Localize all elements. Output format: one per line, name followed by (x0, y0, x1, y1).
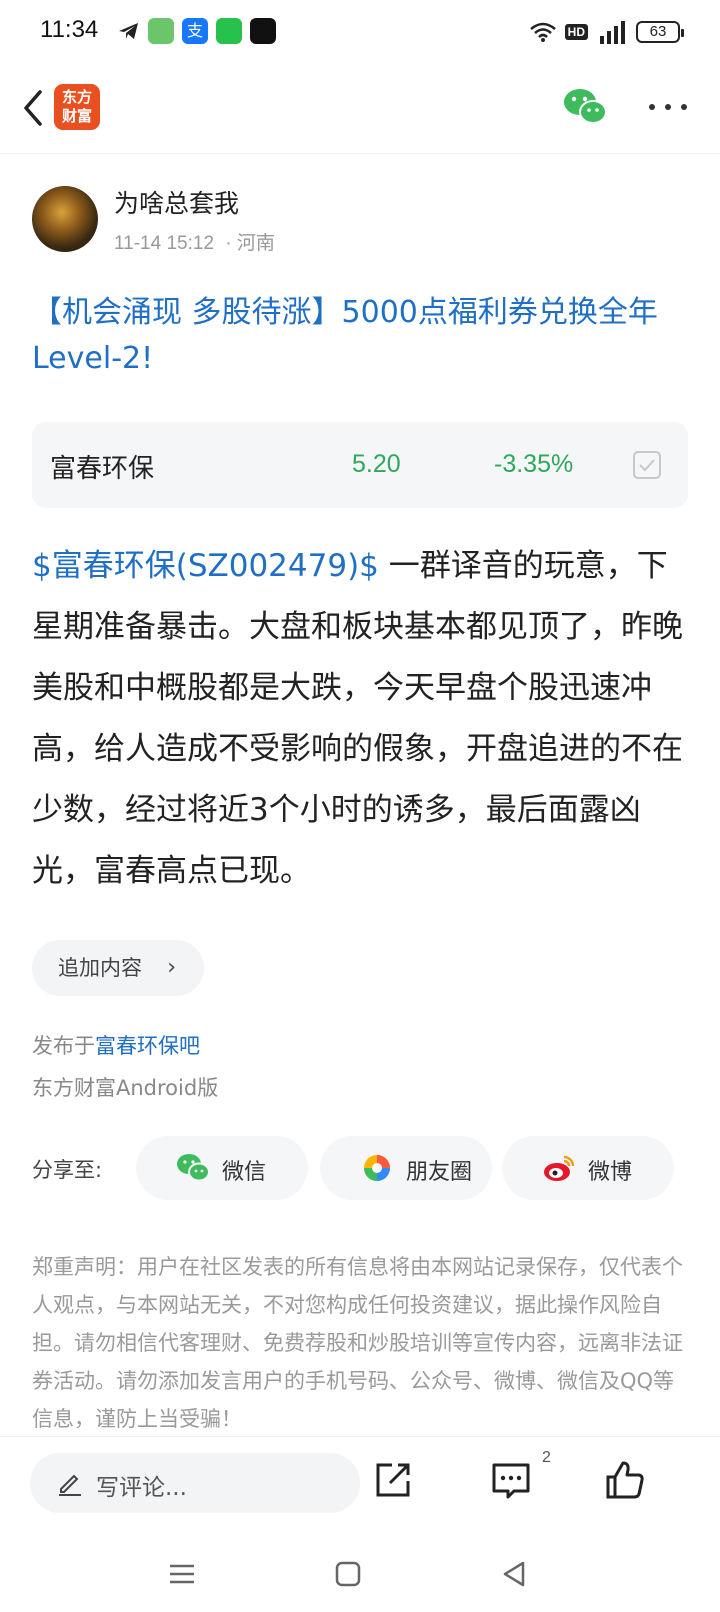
chevron-right-icon: › (167, 955, 176, 980)
comment-icon[interactable] (488, 1457, 534, 1503)
share-icon[interactable] (370, 1457, 416, 1503)
comment-placeholder: 写评论... (96, 1475, 187, 1501)
avatar[interactable] (32, 186, 98, 252)
forum-link[interactable]: 富春环保吧 (95, 1034, 200, 1058)
comment-input[interactable]: 写评论... (30, 1453, 360, 1513)
app-green-icon (148, 18, 174, 44)
post-body-text: 一群译音的玩意，下星期准备暴击。大盘和板块基本都见顶了，昨晚美股和中概股都是大跌… (32, 548, 683, 889)
wifi-icon (529, 22, 556, 42)
moments-icon (364, 1155, 390, 1181)
disclaimer: 郑重声明：用户在社区发表的所有信息将由本网站记录保存，仅代表个人观点，与本网站无… (32, 1255, 683, 1431)
home-icon[interactable] (330, 1556, 366, 1592)
wechat-icon (177, 1154, 210, 1182)
stock-change: -3.35% (494, 450, 574, 478)
post-title[interactable]: 【机会涌现 多股待涨】5000点福利券兑换全年Level-2! (32, 290, 688, 382)
status-time: 11:34 (40, 16, 99, 43)
author-name[interactable]: 为啥总套我 (114, 184, 239, 220)
hd-badge: HD (564, 24, 588, 40)
comment-count: 2 (542, 1449, 551, 1466)
pen-icon (59, 1474, 81, 1496)
status-right: HD 63 (529, 18, 684, 46)
share-wechat-label: 微信 (222, 1160, 267, 1185)
wechat-icon[interactable] (562, 86, 608, 128)
share-moments-label: 朋友圈 (406, 1160, 473, 1185)
app-logo[interactable]: 东方 财富 (54, 84, 100, 130)
menu-icon[interactable] (164, 1556, 200, 1592)
share-moments-button[interactable]: 朋友圈 (320, 1136, 492, 1200)
checkbox-icon[interactable] (632, 450, 662, 480)
post-location: · 河南 (225, 233, 275, 254)
more-icon[interactable] (646, 94, 690, 120)
share-weibo-button[interactable]: 微博 (502, 1136, 674, 1200)
signal-icon (600, 21, 625, 44)
back-triangle-icon[interactable] (496, 1556, 532, 1592)
published-in: 发布于富春环保吧 (32, 1030, 200, 1060)
share-label: 分享至: (32, 1158, 103, 1182)
published-prefix: 发布于 (32, 1034, 95, 1058)
append-content-button[interactable]: 追加内容 › (32, 940, 204, 996)
client-info: 东方财富Android版 (32, 1076, 219, 1100)
stock-price: 5.20 (352, 450, 401, 478)
stock-tag-link[interactable]: $富春环保(SZ002479)$ (32, 548, 379, 584)
telegram-icon (119, 23, 138, 39)
append-label: 追加内容 (58, 956, 142, 980)
back-arrow-icon[interactable] (12, 82, 56, 134)
bottom-action-bar: 写评论... 2 (0, 1436, 720, 1536)
stock-card[interactable]: 富春环保 5.20 -3.35% (32, 422, 688, 508)
post-body: $富春环保(SZ002479)$ 一群译音的玩意，下星期准备暴击。大盘和板块基本… (32, 536, 694, 902)
system-nav-bar (0, 1536, 720, 1612)
battery-indicator: 63 (636, 21, 684, 43)
app-circle-icon (216, 18, 242, 44)
status-bar: 11:34 支 HD 63 (0, 0, 720, 64)
top-nav-bar: 东方 财富 (0, 64, 720, 154)
alipay-icon: 支 (182, 18, 208, 44)
post-meta: 11-14 15:12 · 河南 (114, 228, 275, 255)
share-weibo-label: 微博 (588, 1160, 633, 1185)
share-wechat-button[interactable]: 微信 (136, 1136, 308, 1200)
weibo-icon (544, 1155, 575, 1181)
tiktok-icon (250, 18, 276, 44)
like-icon[interactable] (602, 1457, 648, 1503)
post-time: 11-14 15:12 (114, 233, 215, 254)
stock-name: 富春环保 (50, 454, 155, 484)
